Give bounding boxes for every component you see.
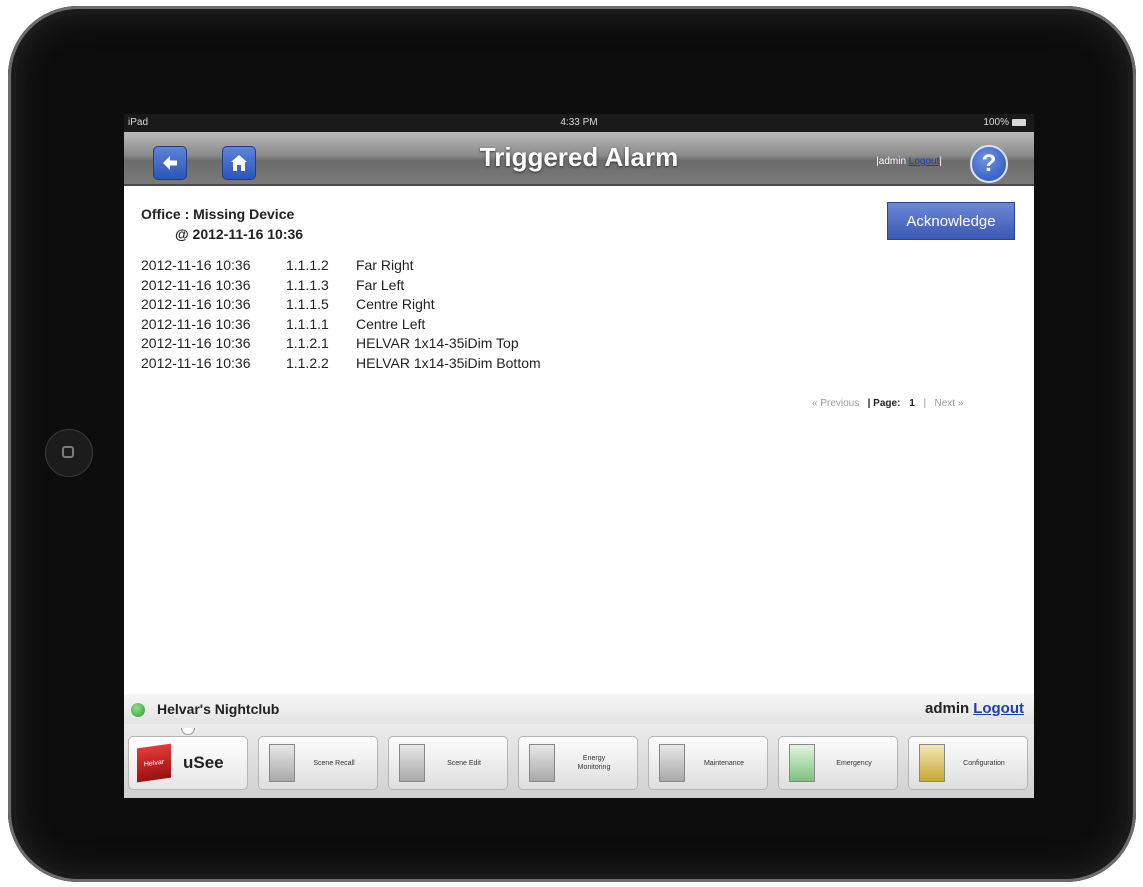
previous-page-link[interactable]: « Previous <box>812 398 859 409</box>
device-name: HELVAR 1x14-35iDim Bottom <box>356 354 541 371</box>
site-username: admin <box>925 700 970 717</box>
header-username: admin <box>878 156 907 167</box>
tab-usee-label: uSee <box>183 753 224 772</box>
ipad-home-button[interactable] <box>45 429 93 477</box>
ipad-frame: iPad 4:33 PM 100% Triggered Alarm |admin… <box>8 6 1136 882</box>
device-address: 1.1.1.3 <box>286 276 329 293</box>
tab-emergency-label: Emergency <box>836 759 872 767</box>
list-item: 2012-11-16 10:36 1.1.1.1 Centre Left <box>141 316 541 336</box>
device-time: 2012-11-16 10:36 <box>141 354 251 371</box>
device-name: Far Right <box>356 257 414 273</box>
energy-monitoring-icon <box>529 744 555 782</box>
device-address: 1.1.1.2 <box>286 257 329 273</box>
device-name: HELVAR 1x14-35iDim Top <box>356 335 519 351</box>
device-name: Centre Right <box>356 296 435 312</box>
emergency-icon <box>789 744 815 782</box>
app-screen: iPad 4:33 PM 100% Triggered Alarm |admin… <box>124 114 1034 798</box>
site-user-info: admin Logout <box>925 700 1024 717</box>
tab-scene-recall-label: Scene Recall <box>313 759 355 767</box>
tab-configuration-label: Configuration <box>963 759 1005 767</box>
device-list: 2012-11-16 10:36 1.1.1.2 Far Right 2012-11… <box>141 257 541 374</box>
device-name: Far Left <box>356 276 405 293</box>
ios-status-bar: iPad 4:33 PM 100% <box>124 114 1034 132</box>
top-header: Triggered Alarm |admin Logout| ? <box>124 132 1034 186</box>
device-address: 1.1.1.5 <box>286 296 329 312</box>
helvar-logo: Helvar <box>137 743 171 783</box>
site-name: Helvar's Nightclub <box>157 701 280 717</box>
acknowledge-button[interactable]: Acknowledge <box>887 202 1015 240</box>
header-user-info: |admin Logout| <box>876 156 942 167</box>
battery-indicator: 100% <box>983 117 1026 128</box>
pagination: « Previous | Page: 1 | Next » <box>812 398 963 409</box>
tab-scene-edit[interactable]: Scene Edit <box>388 736 508 790</box>
scene-edit-icon <box>399 744 425 782</box>
help-button[interactable]: ? <box>970 145 1008 183</box>
tab-maintenance[interactable]: Maintenance <box>648 736 768 790</box>
battery-icon <box>1012 118 1026 126</box>
device-time: 2012-11-16 10:36 <box>141 257 251 273</box>
status-dot-icon <box>131 703 145 717</box>
tab-energy-monitoring-label: Energy Monitoring <box>577 755 611 771</box>
alarm-title: Office : Missing Device <box>141 206 295 222</box>
tab-configuration[interactable]: Configuration <box>908 736 1028 790</box>
list-item: 2012-11-16 10:36 1.1.1.5 Centre Right <box>141 296 541 316</box>
page-label: | Page: <box>867 398 901 409</box>
device-time: 2012-11-16 10:36 <box>141 335 251 351</box>
device-address: 1.1.2.2 <box>286 354 329 371</box>
scene-recall-icon <box>269 744 295 782</box>
tab-scene-edit-label: Scene Edit <box>447 759 481 767</box>
device-name: Centre Left <box>356 315 426 332</box>
device-time: 2012-11-16 10:36 <box>141 315 251 332</box>
site-bar: Helvar's Nightclub admin Logout <box>124 694 1034 724</box>
device-time: 2012-11-16 10:36 <box>141 296 251 312</box>
device-address: 1.1.2.1 <box>286 335 329 351</box>
help-icon: ? <box>981 150 997 177</box>
tab-energy-monitoring[interactable]: Energy Monitoring <box>518 736 638 790</box>
pager-separator: | <box>923 398 927 409</box>
clock-label: 4:33 PM <box>560 117 598 128</box>
site-logout-link[interactable]: Logout <box>973 700 1024 717</box>
header-logout-link[interactable]: Logout <box>909 156 940 167</box>
tab-usee[interactable]: Helvar uSee <box>128 736 248 790</box>
page-number[interactable]: 1 <box>909 398 915 409</box>
list-item: 2012-11-16 10:36 1.1.1.3 Far Left <box>141 277 541 297</box>
device-time: 2012-11-16 10:36 <box>141 276 251 293</box>
maintenance-icon <box>659 744 685 782</box>
tab-scene-recall[interactable]: Scene Recall <box>258 736 378 790</box>
list-item: 2012-11-16 10:36 1.1.2.2 HELVAR 1x14-35iDi… <box>141 355 541 375</box>
configuration-gear-icon <box>919 744 945 782</box>
alarm-timestamp: @ 2012-11-16 10:36 <box>175 226 304 242</box>
list-item: 2012-11-16 10:36 1.1.1.2 Far Right <box>141 257 541 277</box>
tab-maintenance-label: Maintenance <box>703 759 745 767</box>
device-address: 1.1.1.1 <box>286 315 329 332</box>
list-item: 2012-11-16 10:36 1.1.2.1 HELVAR 1x14-35iDi… <box>141 335 541 355</box>
tab-emergency[interactable]: Emergency <box>778 736 898 790</box>
app-tab-bar: Helvar uSee Scene Recall Scene Edit Ener… <box>124 724 1034 798</box>
next-page-link[interactable]: Next » <box>934 398 963 409</box>
active-tab-indicator <box>181 728 195 735</box>
